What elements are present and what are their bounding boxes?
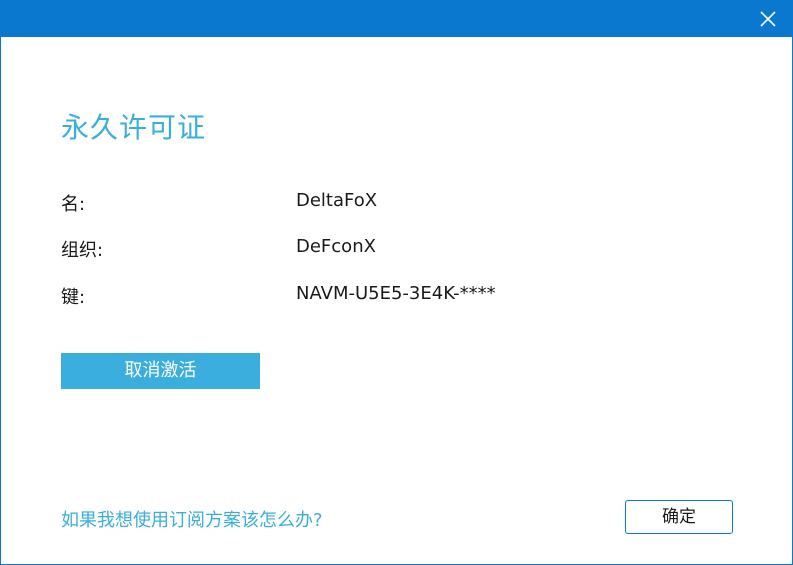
name-value: DeltaFoX bbox=[296, 190, 378, 211]
subscription-help-link[interactable]: 如果我想使用订阅方案该怎么办? bbox=[61, 506, 323, 532]
dialog-title: 永久许可证 bbox=[61, 111, 207, 144]
license-organization-row: 组织: DeFconX bbox=[61, 236, 661, 261]
organization-label: 组织: bbox=[61, 240, 104, 261]
close-button[interactable] bbox=[742, 0, 793, 37]
organization-value: DeFconX bbox=[296, 236, 376, 257]
license-dialog-window: 永久许可证 名: DeltaFoX 组织: DeFconX 键: NAVM-U5… bbox=[0, 0, 793, 565]
key-value: NAVM-U5E5-3E4K-**** bbox=[296, 283, 496, 304]
name-label: 名: bbox=[61, 194, 86, 215]
deactivate-button[interactable]: 取消激活 bbox=[61, 353, 260, 389]
license-key-row: 键: NAVM-U5E5-3E4K-**** bbox=[61, 283, 661, 308]
key-label: 键: bbox=[61, 287, 86, 308]
title-bar bbox=[1, 0, 793, 37]
close-icon bbox=[760, 11, 776, 27]
ok-button[interactable]: 确定 bbox=[625, 500, 733, 534]
license-name-row: 名: DeltaFoX bbox=[61, 190, 661, 215]
